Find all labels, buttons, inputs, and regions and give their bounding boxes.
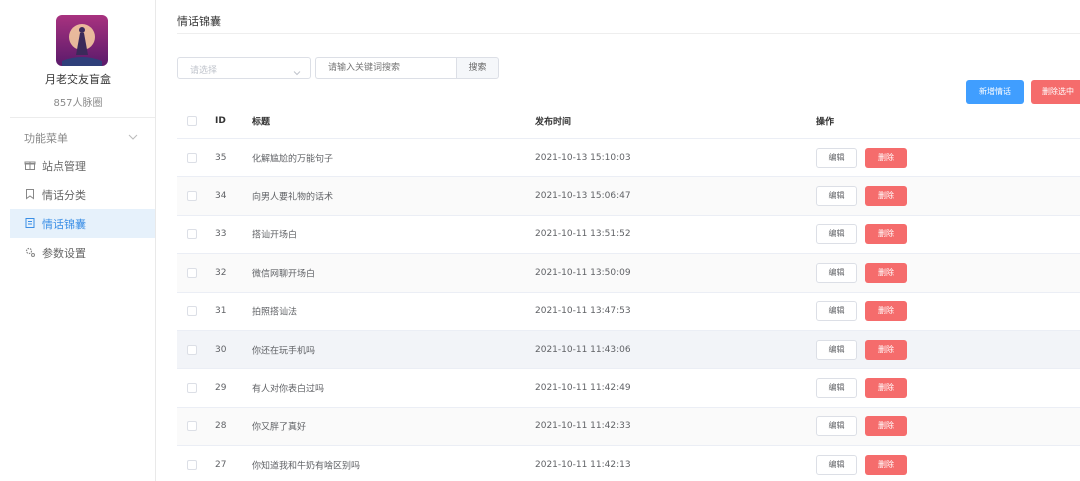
table-header: ID 标题 发布时间 操作	[177, 103, 1080, 139]
header-ops: 操作	[816, 117, 835, 127]
row-checkbox[interactable]	[187, 459, 197, 470]
row-title: 向男人要礼物的话术	[252, 192, 334, 203]
delete-button[interactable]: 删除	[865, 186, 907, 207]
delete-button[interactable]: 删除	[865, 262, 907, 283]
add-tip-button[interactable]: 新增情话	[966, 80, 1024, 104]
row-time: 2021-10-13 15:10:03	[535, 152, 631, 163]
row-time: 2021-10-11 13:51:52	[535, 229, 631, 240]
delete-button[interactable]: 删除	[865, 454, 907, 475]
row-checkbox[interactable]	[187, 152, 197, 163]
row-id: 29	[215, 383, 227, 394]
bookmark-icon	[24, 188, 36, 200]
row-time: 2021-10-11 11:43:06	[535, 344, 631, 355]
row-time: 2021-10-11 13:47:53	[535, 306, 631, 317]
row-title: 搭讪开场白	[252, 230, 298, 241]
row-title: 微信网聊开场白	[252, 269, 316, 280]
sidebar-item-site-management[interactable]: 站点管理	[10, 151, 155, 180]
edit-button[interactable]: 编辑	[816, 416, 857, 437]
table-row: 35 化解尴尬的万能句子 2021-10-13 15:10:03 编辑 删除	[177, 139, 1080, 178]
table-row: 33 搭讪开场白 2021-10-11 13:51:52 编辑 删除	[177, 216, 1080, 255]
sidebar-item-love-tips[interactable]: 情话锦囊	[10, 209, 155, 238]
edit-button[interactable]: 编辑	[816, 339, 857, 360]
page-title: 情话锦囊	[177, 15, 221, 28]
gear-icon	[24, 246, 36, 258]
delete-button[interactable]: 删除	[865, 224, 907, 245]
sidebar-item-category[interactable]: 情话分类	[10, 180, 155, 209]
delete-button[interactable]: 删除	[865, 339, 907, 360]
header-time: 发布时间	[535, 117, 572, 127]
row-id: 35	[215, 152, 227, 163]
table-row: 29 有人对你表白过吗 2021-10-11 11:42:49 编辑 删除	[177, 369, 1080, 408]
delete-button[interactable]: 删除	[865, 416, 907, 437]
row-checkbox[interactable]	[187, 267, 197, 278]
sidebar-item-label: 情话锦囊	[42, 218, 86, 231]
tips-table: ID 标题 发布时间 操作 35 化解尴尬的万能句子 2021-10-13 15…	[177, 103, 1080, 481]
table-row: 34 向男人要礼物的话术 2021-10-13 15:06:47 编辑 删除	[177, 177, 1080, 216]
edit-button[interactable]: 编辑	[816, 454, 857, 475]
row-time: 2021-10-11 11:42:49	[535, 383, 631, 394]
category-select[interactable]: 请选择	[177, 57, 311, 79]
row-time: 2021-10-13 15:06:47	[535, 191, 631, 202]
chevron-down-icon	[292, 63, 302, 76]
edit-button[interactable]: 编辑	[816, 378, 857, 399]
row-checkbox[interactable]	[187, 306, 197, 317]
header-id: ID	[215, 115, 226, 126]
edit-button[interactable]: 编辑	[816, 186, 857, 207]
select-placeholder: 请选择	[190, 66, 218, 76]
table-row: 32 微信网聊开场白 2021-10-11 13:50:09 编辑 删除	[177, 254, 1080, 293]
row-checkbox[interactable]	[187, 421, 197, 432]
row-time: 2021-10-11 13:50:09	[535, 267, 631, 278]
sidebar-item-settings[interactable]: 参数设置	[10, 238, 155, 267]
delete-button[interactable]: 删除	[865, 147, 907, 168]
sidebar-item-label: 站点管理	[42, 160, 86, 173]
sidebar-divider	[10, 117, 155, 118]
sidebar: 月老交友盲盒 857人脉圈 功能菜单 站点管理 情话分类 情话锦囊 参数设置	[0, 0, 156, 481]
select-all-checkbox[interactable]	[187, 115, 197, 126]
gift-icon	[24, 159, 36, 171]
edit-button[interactable]: 编辑	[816, 224, 857, 245]
edit-button[interactable]: 编辑	[816, 147, 857, 168]
sidebar-item-label: 情话分类	[42, 189, 86, 202]
row-checkbox[interactable]	[187, 344, 197, 355]
row-title: 你还在玩手机吗	[252, 346, 316, 357]
row-checkbox[interactable]	[187, 191, 197, 202]
row-id: 30	[215, 344, 227, 355]
delete-selected-button[interactable]: 删除选中	[1031, 80, 1080, 104]
chevron-down-icon	[127, 131, 139, 143]
row-title: 有人对你表白过吗	[252, 384, 325, 395]
site-subtitle: 857人脉圈	[53, 98, 103, 109]
search-input[interactable]	[315, 57, 456, 79]
row-title: 化解尴尬的万能句子	[252, 154, 334, 165]
row-checkbox[interactable]	[187, 229, 197, 240]
table-row: 28 你又胖了真好 2021-10-11 11:42:33 编辑 删除	[177, 407, 1080, 447]
row-id: 31	[215, 306, 227, 317]
delete-button[interactable]: 删除	[865, 301, 907, 322]
menu-group-toggle[interactable]: 功能菜单	[24, 130, 139, 146]
row-time: 2021-10-11 11:42:33	[535, 421, 631, 432]
document-icon	[24, 217, 36, 229]
row-title: 拍照搭讪法	[252, 307, 298, 318]
delete-button[interactable]: 删除	[865, 378, 907, 399]
table-row: 27 你知道我和牛奶有啥区别吗 2021-10-11 11:42:13 编辑 删…	[177, 446, 1080, 481]
row-id: 33	[215, 229, 227, 240]
menu-group-label: 功能菜单	[24, 132, 68, 145]
header-title: 标题	[252, 117, 271, 127]
row-id: 28	[215, 421, 227, 432]
sidebar-item-label: 参数设置	[42, 247, 86, 260]
row-title: 你知道我和牛奶有啥区别吗	[252, 461, 361, 472]
edit-button[interactable]: 编辑	[816, 262, 857, 283]
row-id: 34	[215, 191, 227, 202]
edit-button[interactable]: 编辑	[816, 301, 857, 322]
row-checkbox[interactable]	[187, 383, 197, 394]
table-row: 31 拍照搭讪法 2021-10-11 13:47:53 编辑 删除	[177, 293, 1080, 331]
search-button[interactable]: 搜索	[456, 57, 499, 79]
title-divider	[177, 33, 1080, 34]
row-title: 你又胖了真好	[252, 422, 307, 433]
site-name: 月老交友盲盒	[45, 73, 111, 86]
table-row: 30 你还在玩手机吗 2021-10-11 11:43:06 编辑 删除	[177, 330, 1080, 370]
row-id: 32	[215, 267, 227, 278]
row-id: 27	[215, 459, 227, 470]
row-time: 2021-10-11 11:42:13	[535, 459, 631, 470]
site-logo	[56, 15, 108, 66]
